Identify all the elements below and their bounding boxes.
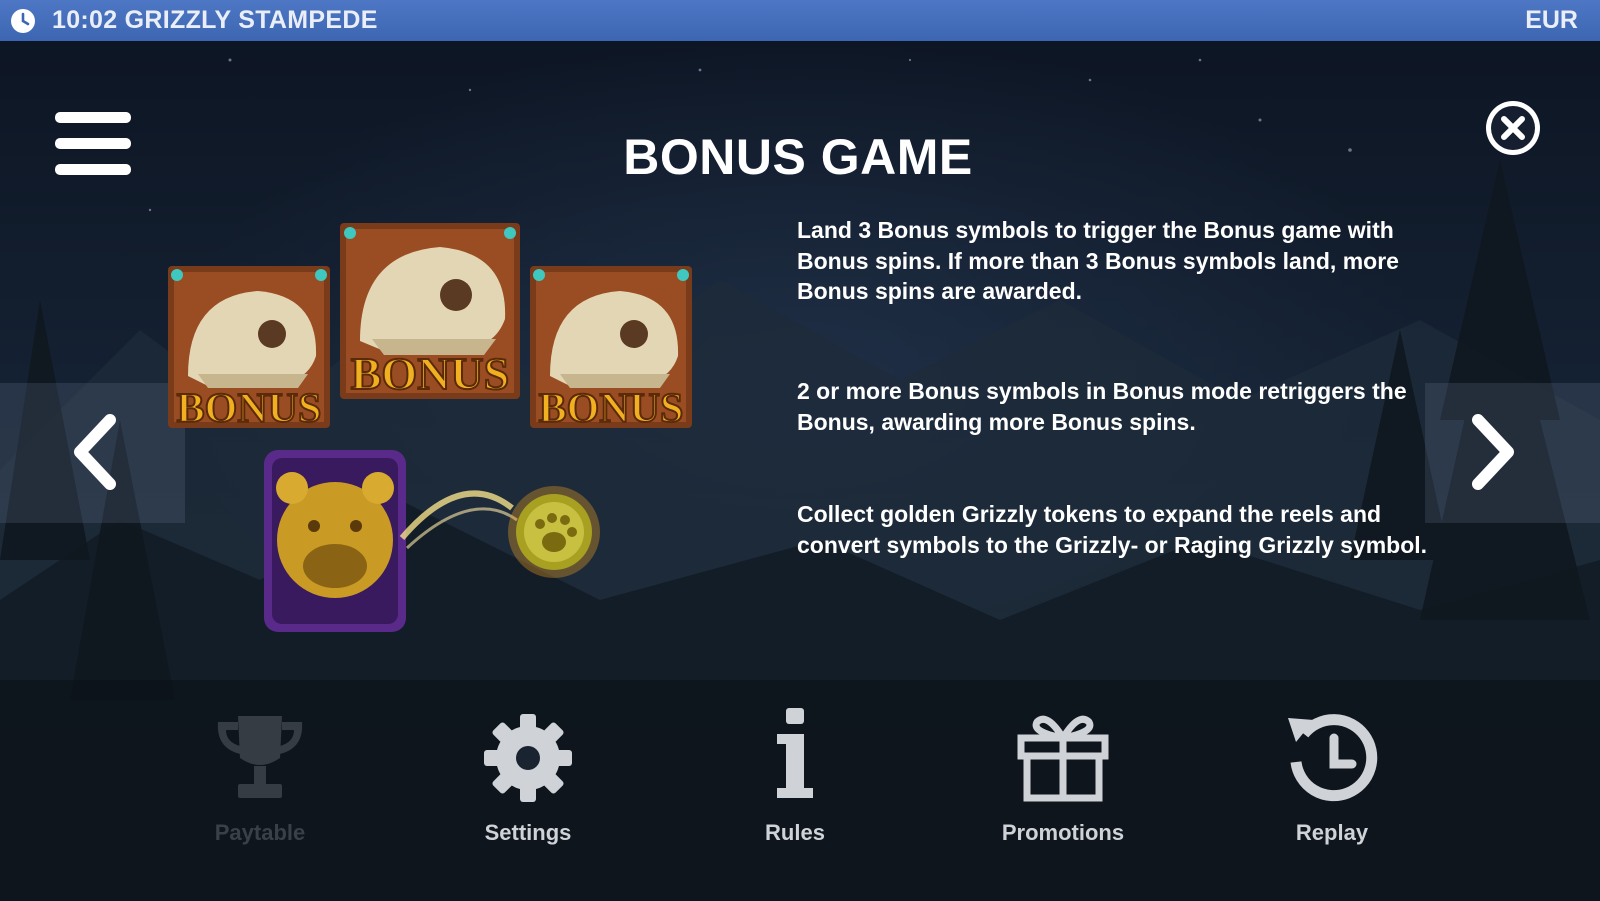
- trophy-icon: [217, 716, 303, 798]
- currency-label: EUR: [1525, 6, 1578, 34]
- hamburger-menu-icon[interactable]: [55, 112, 131, 176]
- bonus-description-2: 2 or more Bonus symbols in Bonus mode re…: [797, 378, 1407, 435]
- bonus-symbol-tile: BONUS: [530, 266, 692, 432]
- nav-settings-button[interactable]: Settings: [418, 708, 638, 858]
- bonus-tile-label: BONUS: [177, 386, 322, 432]
- nav-paytable-button[interactable]: Paytable: [150, 708, 370, 858]
- bonus-tile-label: BONUS: [351, 348, 509, 399]
- info-icon: [777, 708, 813, 798]
- time-and-game-title: 10:02 GRIZZLY STAMPEDE: [52, 6, 378, 34]
- nav-settings-label: Settings: [484, 820, 572, 845]
- nav-promotions-button[interactable]: Promotions: [953, 708, 1173, 858]
- close-icon[interactable]: [1483, 98, 1543, 158]
- gift-icon: [1017, 715, 1109, 802]
- gear-icon: [484, 714, 572, 802]
- bonus-tile-label: BONUS: [539, 386, 684, 432]
- top-status-bar: 10:02 GRIZZLY STAMPEDE EUR: [0, 0, 1600, 41]
- grizzly-token-illustration: [264, 450, 600, 632]
- nav-replay-label: Replay: [1295, 820, 1369, 845]
- chevron-right-icon[interactable]: [1468, 412, 1520, 492]
- nav-rules-button[interactable]: Rules: [685, 708, 905, 858]
- bonus-symbol-tile: BONUS: [340, 223, 520, 400]
- golden-grizzly-token-icon: [264, 450, 406, 632]
- page-title: BONUS GAME: [623, 129, 973, 185]
- bonus-description-1: Land 3 Bonus symbols to trigger the Bonu…: [797, 217, 1399, 304]
- nav-promotions-label: Promotions: [1001, 820, 1125, 845]
- bonus-description-3: Collect golden Grizzly tokens to expand …: [797, 501, 1428, 558]
- nav-paytable-label: Paytable: [214, 820, 306, 845]
- replay-icon: [1288, 714, 1378, 802]
- paw-coin-icon: [508, 486, 600, 578]
- chevron-left-icon[interactable]: [68, 412, 120, 492]
- clock-icon: [11, 9, 35, 33]
- bonus-symbol-tile: BONUS: [168, 266, 330, 432]
- nav-rules-label: Rules: [765, 820, 825, 845]
- nav-replay-button[interactable]: Replay: [1222, 708, 1442, 858]
